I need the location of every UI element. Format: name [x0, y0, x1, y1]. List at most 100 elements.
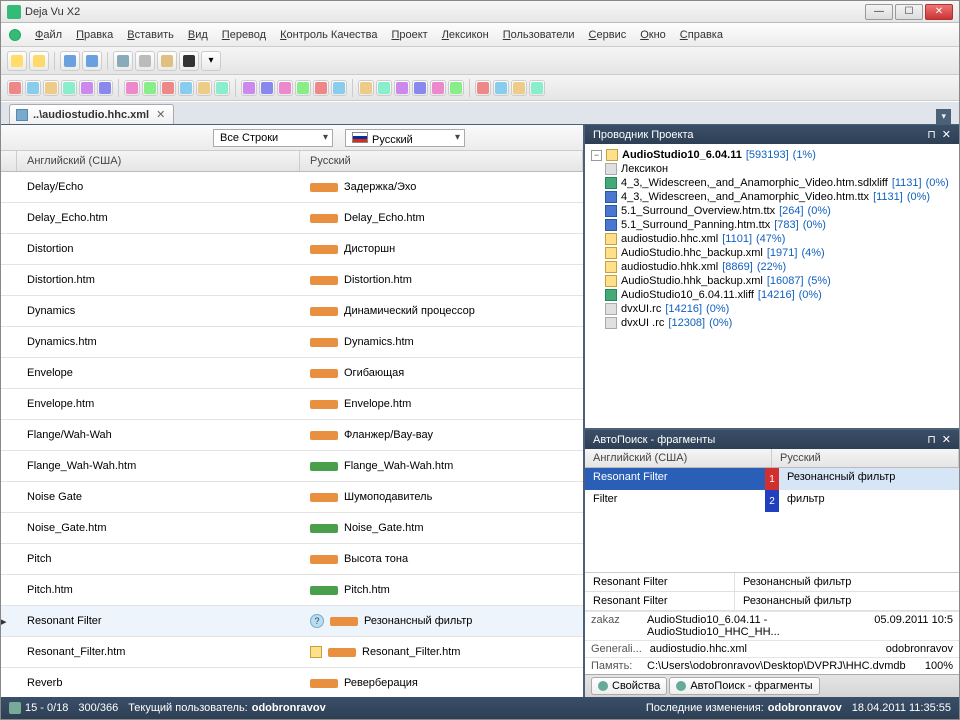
table-row[interactable]: ▸Resonant Filter?Резонансный фильтр — [1, 606, 583, 637]
panel-close-icon[interactable]: ✕ — [942, 128, 951, 141]
tree-node[interactable]: 4_3,_Widescreen,_and_Anamorphic_Video.ht… — [591, 176, 953, 190]
tree-node[interactable]: 5.1_Surround_Panning.htm.ttx [783] (0%) — [591, 218, 953, 232]
delete-button[interactable] — [179, 51, 199, 71]
table-row[interactable]: PitchВысота тона — [1, 544, 583, 575]
target-cell[interactable]: Высота тона — [300, 553, 583, 565]
rows-filter-combo[interactable]: Все Строки — [213, 129, 333, 147]
autosearch-row[interactable]: Resonant Filter1Резонансный фильтр — [585, 468, 959, 490]
menu-item[interactable]: Перевод — [216, 26, 272, 44]
bottom-tab[interactable]: АвтоПоиск - фрагменты — [669, 677, 819, 695]
menu-item[interactable]: Контроль Качества — [274, 26, 383, 44]
toolbar-button[interactable] — [43, 80, 59, 96]
tree-node[interactable]: 5.1_Surround_Overview.htm.ttx [264] (0%) — [591, 204, 953, 218]
table-row[interactable]: DynamicsДинамический процессор — [1, 296, 583, 327]
menu-item[interactable]: Вставить — [121, 26, 180, 44]
table-row[interactable]: Distortion.htmDistortion.htm — [1, 265, 583, 296]
panel-close-icon[interactable]: ✕ — [942, 433, 951, 446]
pin-icon[interactable]: ⊓ — [927, 128, 936, 141]
toolbar-button[interactable] — [430, 80, 446, 96]
toolbar-button[interactable] — [178, 80, 194, 96]
tree-node[interactable]: AudioStudio10_6.04.11.xliff [14216] (0%) — [591, 288, 953, 302]
toolbar-button[interactable] — [196, 80, 212, 96]
menu-item[interactable]: Файл — [29, 26, 68, 44]
toolbar-button[interactable] — [142, 80, 158, 96]
table-row[interactable]: ReverbРеверберация — [1, 668, 583, 697]
copy-button[interactable] — [135, 51, 155, 71]
menu-item[interactable]: Окно — [634, 26, 672, 44]
table-row[interactable]: Delay/EchoЗадержка/Эхо — [1, 172, 583, 203]
open-button[interactable] — [29, 51, 49, 71]
target-cell[interactable]: Огибающая — [300, 367, 583, 379]
tree-node[interactable]: dvxUI .rc [12308] (0%) — [591, 316, 953, 330]
toolbar-button[interactable] — [277, 80, 293, 96]
toolbar-button[interactable] — [331, 80, 347, 96]
toolbar-button[interactable] — [493, 80, 509, 96]
table-row[interactable]: Pitch.htmPitch.htm — [1, 575, 583, 606]
minimize-button[interactable]: — — [865, 4, 893, 20]
toolbar-button[interactable] — [79, 80, 95, 96]
app-orb-icon[interactable] — [9, 29, 21, 41]
table-row[interactable]: Dynamics.htmDynamics.htm — [1, 327, 583, 358]
new-button[interactable] — [7, 51, 27, 71]
table-row[interactable]: Flange_Wah-Wah.htmFlange_Wah-Wah.htm — [1, 451, 583, 482]
table-row[interactable]: EnvelopeОгибающая — [1, 358, 583, 389]
tree-node[interactable]: 4_3,_Widescreen,_and_Anamorphic_Video.ht… — [591, 190, 953, 204]
toolbar-button[interactable] — [295, 80, 311, 96]
autosearch-row[interactable]: Filter2фильтр — [585, 490, 959, 512]
autosearch-head-source[interactable]: Английский (США) — [585, 449, 772, 467]
target-cell[interactable]: Фланжер/Вау-вау — [300, 429, 583, 441]
menu-item[interactable]: Сервис — [583, 26, 633, 44]
paste-button[interactable] — [157, 51, 177, 71]
toolbar-button[interactable] — [358, 80, 374, 96]
tree-node[interactable]: −AudioStudio10_6.04.11 [593193] (1%) — [591, 148, 953, 162]
table-row[interactable]: Envelope.htmEnvelope.htm — [1, 389, 583, 420]
bottom-tab[interactable]: Свойства — [591, 677, 667, 695]
maximize-button[interactable]: ☐ — [895, 4, 923, 20]
toolbar-button[interactable] — [160, 80, 176, 96]
menu-item[interactable]: Лексикон — [436, 26, 495, 44]
table-row[interactable]: Flange/Wah-WahФланжер/Вау-вау — [1, 420, 583, 451]
table-row[interactable]: Noise GateШумоподавитель — [1, 482, 583, 513]
tree-node[interactable]: audiostudio.hhc.xml [1101] (47%) — [591, 232, 953, 246]
tab-close-icon[interactable]: ✕ — [154, 108, 167, 121]
target-cell[interactable]: Noise_Gate.htm — [300, 522, 583, 534]
toolbar-button[interactable] — [313, 80, 329, 96]
toolbar-button[interactable] — [511, 80, 527, 96]
autosearch-head-target[interactable]: Русский — [772, 449, 959, 467]
toolbar-button[interactable] — [124, 80, 140, 96]
target-cell[interactable]: Шумоподавитель — [300, 491, 583, 503]
table-row[interactable]: Resonant_Filter.htmResonant_Filter.htm — [1, 637, 583, 668]
grid-header-target[interactable]: Русский — [300, 151, 583, 171]
pin-icon[interactable]: ⊓ — [927, 433, 936, 446]
menu-item[interactable]: Пользователи — [497, 26, 581, 44]
tree-node[interactable]: audiostudio.hhk.xml [8869] (22%) — [591, 260, 953, 274]
tabstrip-pin-icon[interactable]: ▾ — [936, 109, 951, 124]
menu-item[interactable]: Правка — [70, 26, 119, 44]
toolbar-button[interactable] — [97, 80, 113, 96]
toolbar-button[interactable] — [376, 80, 392, 96]
toolbar-button[interactable] — [412, 80, 428, 96]
target-cell[interactable]: Реверберация — [300, 677, 583, 689]
toolbar-button[interactable] — [25, 80, 41, 96]
table-row[interactable]: DistortionДисторшн — [1, 234, 583, 265]
grid-body[interactable]: Delay/EchoЗадержка/ЭхоDelay_Echo.htmDela… — [1, 172, 583, 697]
target-cell[interactable]: Envelope.htm — [300, 398, 583, 410]
grid-header-source[interactable]: Английский (США) — [17, 151, 300, 171]
toolbar-button[interactable] — [448, 80, 464, 96]
toolbar-button[interactable] — [61, 80, 77, 96]
toolbar-button[interactable] — [214, 80, 230, 96]
redo-button[interactable] — [82, 51, 102, 71]
target-cell[interactable]: Задержка/Эхо — [300, 181, 583, 193]
target-cell[interactable]: ?Резонансный фильтр — [300, 614, 583, 628]
file-tab[interactable]: ..\audiostudio.hhc.xml ✕ — [9, 104, 174, 124]
tree-node[interactable]: AudioStudio.hhk_backup.xml [16087] (5%) — [591, 274, 953, 288]
menu-item[interactable]: Справка — [674, 26, 729, 44]
target-cell[interactable]: Dynamics.htm — [300, 336, 583, 348]
toolbar-button[interactable] — [241, 80, 257, 96]
target-cell[interactable]: Distortion.htm — [300, 274, 583, 286]
table-row[interactable]: Delay_Echo.htmDelay_Echo.htm — [1, 203, 583, 234]
table-row[interactable]: Noise_Gate.htmNoise_Gate.htm — [1, 513, 583, 544]
toolbar-button[interactable] — [259, 80, 275, 96]
dropdown-button[interactable]: ▾ — [201, 51, 221, 71]
tree-node[interactable]: dvxUI.rc [14216] (0%) — [591, 302, 953, 316]
